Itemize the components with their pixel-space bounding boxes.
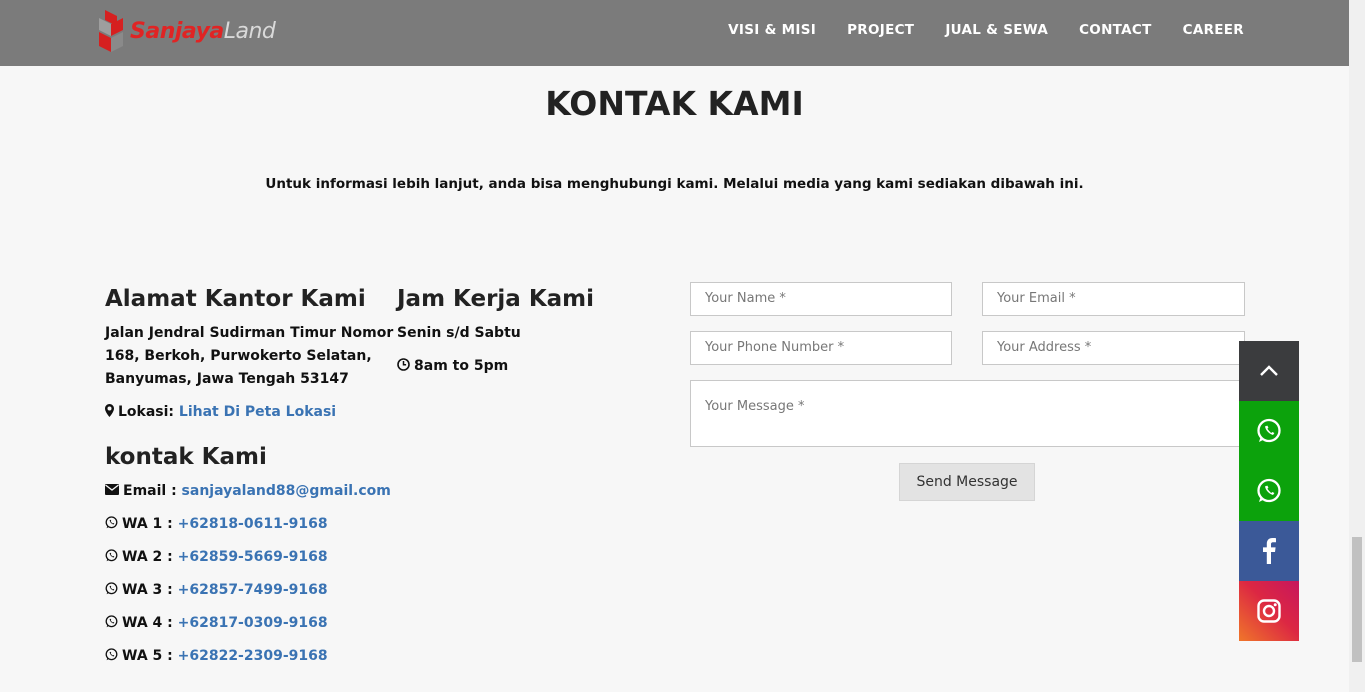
nav-contact[interactable]: CONTACT [1079, 22, 1152, 38]
nav-visi-misi[interactable]: VISI & MISI [728, 22, 816, 38]
page-scrollbar[interactable] [1349, 0, 1365, 692]
address-line: 168, Berkoh, Purwokerto Selatan, [105, 348, 372, 364]
wa-row-2: WA 2 : +62859-5669-9168 [105, 546, 328, 569]
phone-input[interactable]: Your Phone Number * [690, 331, 952, 365]
office-heading: Alamat Kantor Kami [105, 286, 366, 312]
hours-time-row: 8am to 5pm [397, 355, 508, 378]
hours-days: Senin s/d Sabtu [397, 325, 521, 341]
address-input[interactable]: Your Address * [982, 331, 1245, 365]
address-line: Banyumas, Jawa Tengah 53147 [105, 371, 349, 387]
hours-time: 8am to 5pm [414, 358, 509, 374]
wa-number-link[interactable]: +62857-7499-9168 [178, 582, 328, 598]
instagram-icon [1257, 599, 1281, 623]
wa-label: WA 1 : [122, 516, 178, 532]
email-row: Email : sanjayaland88@gmail.com [105, 480, 391, 503]
brand-logo[interactable]: SanjayaLand [97, 7, 276, 55]
whatsapp-icon [105, 582, 118, 595]
wa-row-3: WA 3 : +62857-7499-9168 [105, 579, 328, 602]
envelope-icon [105, 484, 119, 495]
wa-label: WA 3 : [122, 582, 178, 598]
contact-heading: kontak Kami [105, 444, 267, 470]
page-subtitle: Untuk informasi lebih lanjut, anda bisa … [265, 176, 1084, 192]
nav-career[interactable]: CAREER [1183, 22, 1244, 38]
brand-name: SanjayaLand [130, 18, 276, 44]
wa-number-link[interactable]: +62818-0611-9168 [178, 516, 328, 532]
facebook-float-button[interactable] [1239, 521, 1299, 581]
wa-label: WA 5 : [122, 648, 178, 664]
map-marker-icon [105, 404, 114, 417]
whatsapp-float-button-1[interactable] [1239, 401, 1299, 461]
back-to-top-button[interactable] [1239, 341, 1299, 401]
instagram-float-button[interactable] [1239, 581, 1299, 641]
whatsapp-float-button-2[interactable] [1239, 461, 1299, 521]
top-navbar: SanjayaLand VISI & MISI PROJECT JUAL & S… [0, 0, 1349, 66]
page-title: KONTAK KAMI [545, 84, 804, 123]
logo-mark-icon [99, 10, 123, 52]
hours-heading: Jam Kerja Kami [397, 286, 595, 312]
wa-number-link[interactable]: +62859-5669-9168 [178, 549, 328, 565]
map-location-link[interactable]: Lihat Di Peta Lokasi [179, 404, 336, 420]
location-label: Lokasi: [118, 404, 179, 420]
wa-row-1: WA 1 : +62818-0611-9168 [105, 513, 328, 536]
wa-row-5: WA 5 : +62822-2309-9168 [105, 645, 328, 668]
email-input[interactable]: Your Email * [982, 282, 1245, 316]
address-line: Jalan Jendral Sudirman Timur Nomor [105, 325, 394, 341]
wa-row-4: WA 4 : +62817-0309-9168 [105, 612, 328, 635]
whatsapp-icon [105, 615, 118, 628]
scrollbar-thumb[interactable] [1352, 537, 1362, 662]
whatsapp-icon [105, 648, 118, 661]
send-message-button[interactable]: Send Message [899, 463, 1035, 501]
whatsapp-icon [105, 516, 118, 529]
whatsapp-icon [1257, 478, 1281, 503]
message-textarea[interactable]: Your Message * [690, 380, 1245, 447]
whatsapp-icon [1257, 418, 1281, 443]
nav-jual-sewa[interactable]: JUAL & SEWA [945, 22, 1048, 38]
office-address: Jalan Jendral Sudirman Timur Nomor 168, … [105, 322, 393, 391]
nav-project[interactable]: PROJECT [847, 22, 914, 38]
wa-label: WA 4 : [122, 615, 178, 631]
email-link[interactable]: sanjayaland88@gmail.com [182, 483, 391, 499]
chevron-up-icon [1260, 365, 1278, 376]
name-input[interactable]: Your Name * [690, 282, 952, 316]
clock-icon [397, 358, 410, 371]
whatsapp-icon [105, 549, 118, 562]
wa-number-link[interactable]: +62822-2309-9168 [178, 648, 328, 664]
wa-label: WA 2 : [122, 549, 178, 565]
wa-number-link[interactable]: +62817-0309-9168 [178, 615, 328, 631]
facebook-icon [1263, 538, 1276, 564]
email-label: Email : [123, 483, 182, 499]
main-nav: VISI & MISI PROJECT JUAL & SEWA CONTACT … [697, 0, 1244, 60]
location-row: Lokasi: Lihat Di Peta Lokasi [105, 401, 336, 424]
